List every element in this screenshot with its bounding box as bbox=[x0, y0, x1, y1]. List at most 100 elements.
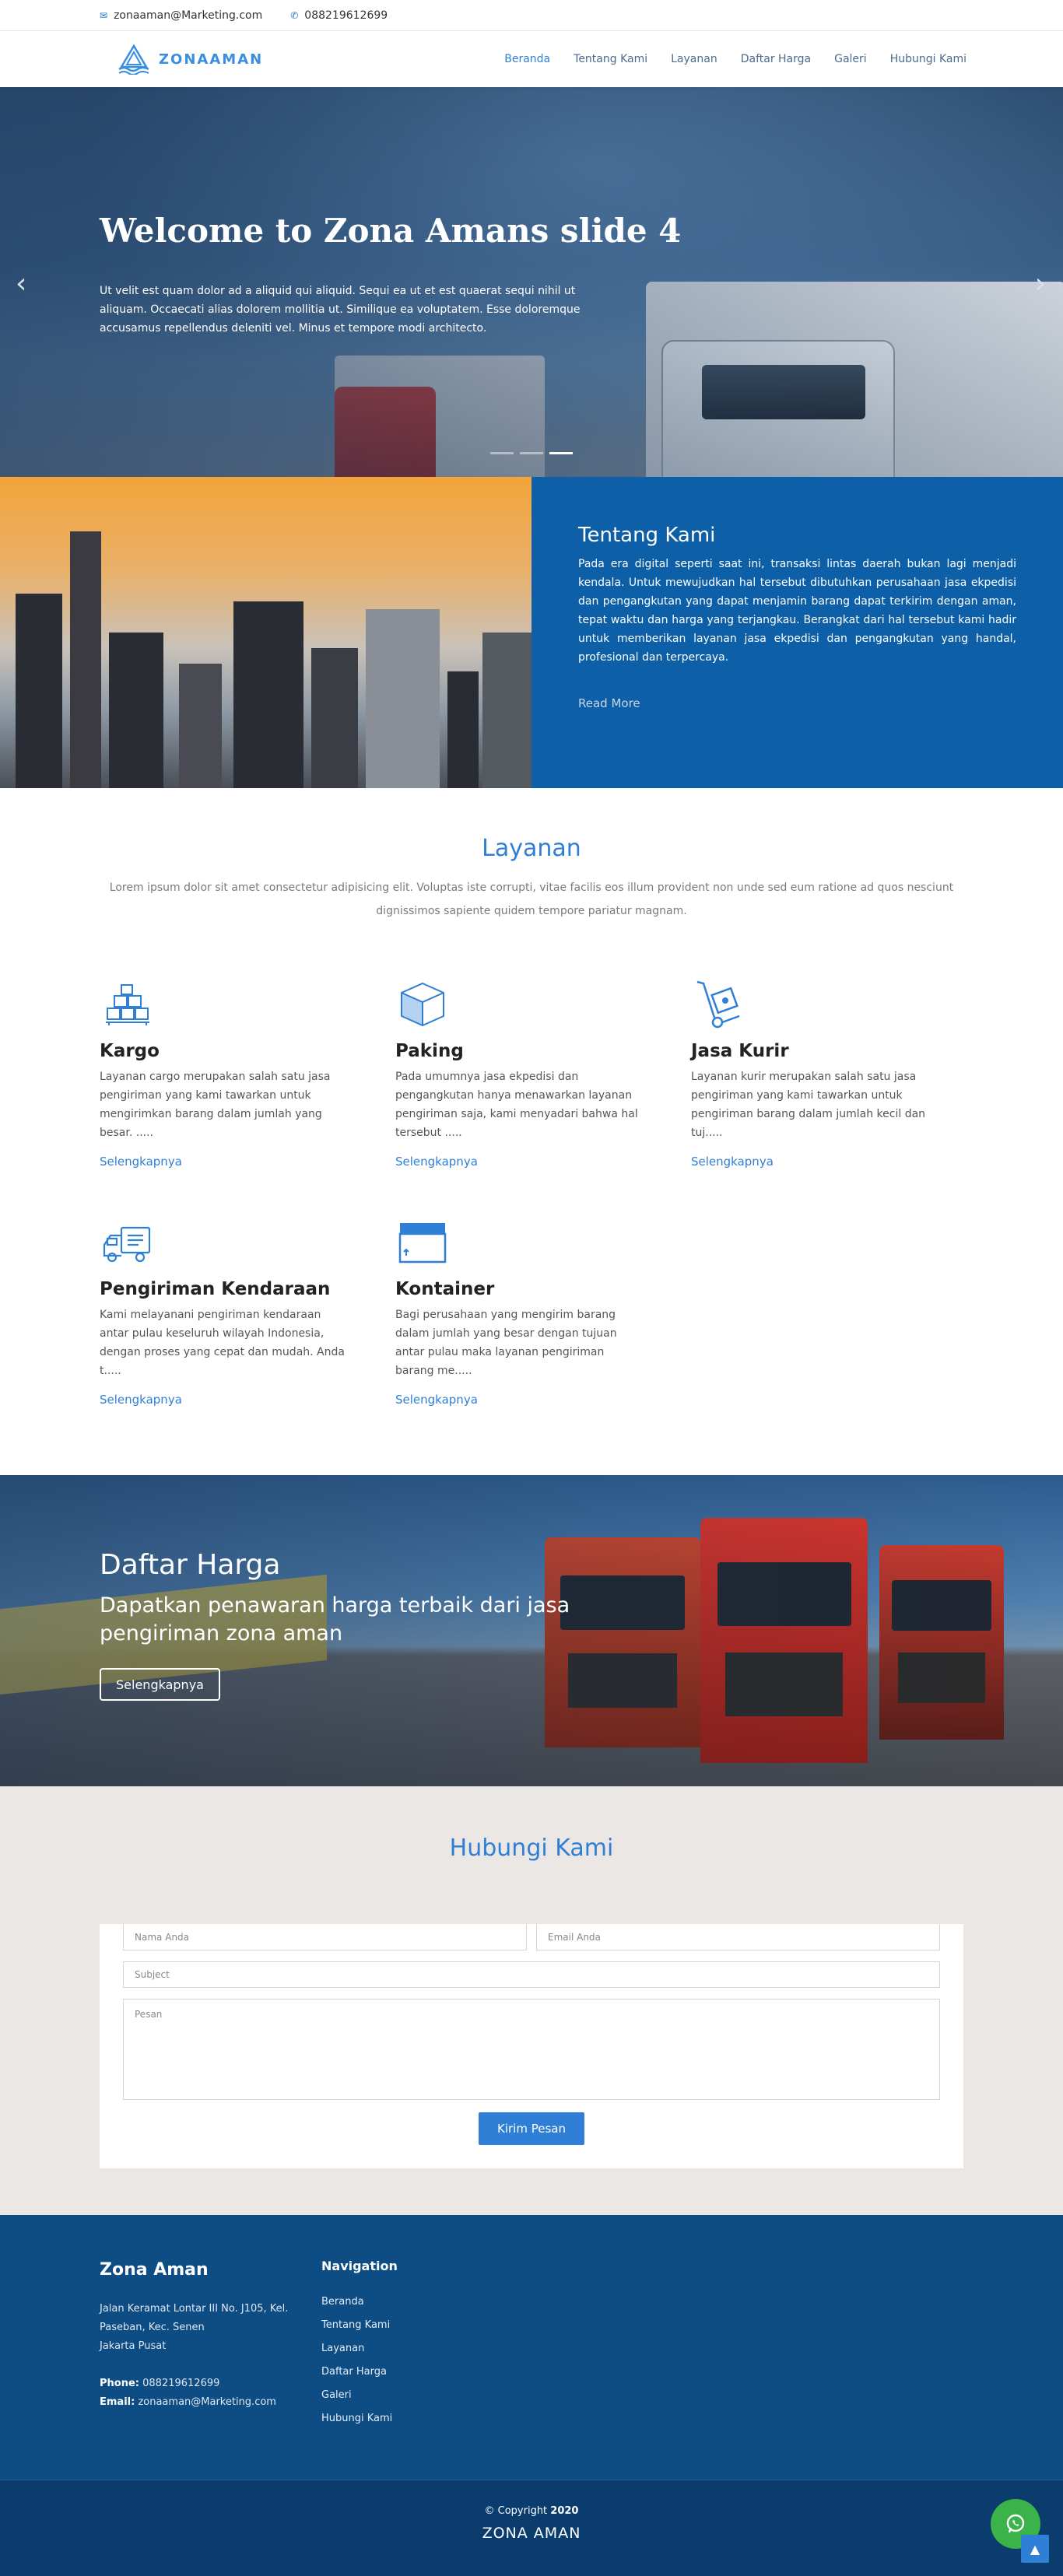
footer-link-beranda[interactable]: Beranda bbox=[321, 2290, 398, 2314]
service-text: Pada umumnya jasa ekpedisi dan pengangku… bbox=[395, 1071, 638, 1139]
footer-navigation: Navigation Beranda Tentang Kami Layanan … bbox=[321, 2259, 398, 2431]
site-header: ZONAAMAN Beranda Tentang Kami Layanan Da… bbox=[0, 31, 1063, 87]
copyright-text: © Copyright 2020 bbox=[0, 2505, 1063, 2517]
service-card-kargo: Kargo Layanan cargo merupakan salah satu… bbox=[100, 977, 395, 1169]
email-input[interactable]: Email Anda bbox=[536, 1924, 940, 1950]
services-grid: Kargo Layanan cargo merupakan salah satu… bbox=[100, 977, 963, 1407]
service-title: Kargo bbox=[100, 1041, 160, 1061]
slider-dot-3[interactable] bbox=[549, 452, 573, 454]
nav-beranda[interactable]: Beranda bbox=[504, 53, 550, 65]
delivery-truck-icon bbox=[103, 1226, 151, 1263]
copyright-name: ZONA AMAN bbox=[482, 2525, 581, 2542]
nav-hubungi-kami[interactable]: Hubungi Kami bbox=[890, 53, 967, 65]
topbar-email-text: zonaaman@Marketing.com bbox=[114, 9, 263, 22]
services-title: Layanan bbox=[482, 835, 581, 862]
contact-form: Nama Anda Email Anda Subject Pesan Kirim… bbox=[100, 1924, 963, 2168]
copyright-bar: © Copyright 2020 ZONA AMAN bbox=[0, 2480, 1063, 2576]
send-message-button[interactable]: Kirim Pesan bbox=[479, 2112, 584, 2145]
logo[interactable]: ZONAAMAN bbox=[117, 44, 263, 75]
footer-link-tentang-kami[interactable]: Tentang Kami bbox=[321, 2314, 398, 2337]
service-card-pengiriman-kendaraan: Pengiriman Kendaraan Kami melayanani pen… bbox=[100, 1215, 395, 1407]
back-to-top-icon[interactable]: ▲ bbox=[1021, 2535, 1049, 2563]
service-more-link[interactable]: Selengkapnya bbox=[691, 1155, 987, 1169]
contact-title: Hubungi Kami bbox=[449, 1835, 614, 1862]
topbar-phone-text: 088219612699 bbox=[304, 9, 388, 22]
service-more-link[interactable]: Selengkapnya bbox=[100, 1155, 395, 1169]
logo-text: ZONAAMAN bbox=[159, 51, 264, 68]
price-section: Daftar Harga Dapatkan penawaran harga te… bbox=[0, 1475, 1063, 1786]
chevron-left-icon[interactable]: ‹ bbox=[16, 268, 26, 300]
service-text: Kami melayanani pengiriman kendaraan ant… bbox=[100, 1309, 345, 1377]
envelope-icon: ✉ bbox=[100, 10, 108, 21]
footer-link-layanan[interactable]: Layanan bbox=[321, 2337, 398, 2360]
service-card-jasa-kurir: Jasa Kurir Layanan kurir merupakan salah… bbox=[691, 977, 987, 1169]
hero-text: Ut velit est quam dolor ad a aliquid qui… bbox=[100, 285, 581, 335]
logo-icon bbox=[118, 44, 149, 75]
email-label: Email: bbox=[100, 2396, 135, 2408]
main-nav: Beranda Tentang Kami Layanan Daftar Harg… bbox=[504, 53, 967, 65]
slider-dot-1[interactable] bbox=[490, 452, 514, 454]
site-footer: Zona Aman Jalan Keramat Lontar III No. J… bbox=[0, 2215, 1063, 2480]
chevron-right-icon[interactable]: › bbox=[1035, 268, 1046, 300]
address-line: Paseban, Kec. Senen bbox=[100, 2322, 205, 2333]
about-title: Tentang Kami bbox=[578, 524, 716, 547]
phone-label: Phone: bbox=[100, 2378, 139, 2389]
about-section: Tentang Kami Pada era digital seperti sa… bbox=[0, 477, 1063, 788]
nav-galeri[interactable]: Galeri bbox=[834, 53, 867, 65]
about-content: Tentang Kami Pada era digital seperti sa… bbox=[532, 477, 1063, 788]
footer-link-hubungi-kami[interactable]: Hubungi Kami bbox=[321, 2407, 398, 2431]
name-input[interactable]: Nama Anda bbox=[123, 1924, 527, 1950]
service-text: Bagi perusahaan yang mengirim barang dal… bbox=[395, 1309, 617, 1377]
phone-icon: ✆ bbox=[290, 10, 299, 21]
city-skyline-image bbox=[0, 477, 532, 788]
footer-link-daftar-harga[interactable]: Daftar Harga bbox=[321, 2360, 398, 2384]
service-more-link[interactable]: Selengkapnya bbox=[395, 1393, 691, 1407]
container-icon bbox=[398, 1223, 447, 1263]
hero-slider: Welcome to Zona Amans slide 4 Ut velit e… bbox=[0, 87, 1063, 477]
nav-tentang-kami[interactable]: Tentang Kami bbox=[574, 53, 647, 65]
whatsapp-glyph-icon bbox=[1006, 2514, 1025, 2533]
services-section: Layanan Lorem ipsum dolor sit amet conse… bbox=[0, 788, 1063, 1438]
nav-layanan[interactable]: Layanan bbox=[671, 53, 717, 65]
box-icon bbox=[401, 982, 444, 1027]
service-card-paking: Paking Pada umumnya jasa ekpedisi dan pe… bbox=[395, 977, 691, 1169]
copyright-year: 2020 bbox=[550, 2505, 579, 2517]
footer-phone[interactable]: 088219612699 bbox=[142, 2378, 219, 2389]
copyright-prefix: © Copyright bbox=[484, 2505, 548, 2517]
price-title: Daftar Harga bbox=[100, 1549, 281, 1581]
price-more-button[interactable]: Selengkapnya bbox=[100, 1668, 220, 1701]
read-more-link[interactable]: Read More bbox=[578, 696, 640, 710]
service-title: Jasa Kurir bbox=[691, 1041, 789, 1061]
service-more-link[interactable]: Selengkapnya bbox=[100, 1393, 395, 1407]
hand-truck-icon bbox=[696, 980, 740, 1029]
subject-input[interactable]: Subject bbox=[123, 1961, 940, 1988]
footer-email[interactable]: zonaaman@Marketing.com bbox=[138, 2396, 276, 2408]
about-text: Pada era digital seperti saat ini, trans… bbox=[578, 558, 1016, 664]
service-text: Layanan kurir merupakan salah satu jasa … bbox=[691, 1071, 926, 1139]
boxes-icon bbox=[106, 984, 149, 1025]
service-title: Paking bbox=[395, 1041, 464, 1061]
topbar-phone[interactable]: ✆ 088219612699 bbox=[290, 9, 388, 22]
service-title: Pengiriman Kendaraan bbox=[100, 1279, 331, 1299]
slider-dot-2[interactable] bbox=[520, 452, 543, 454]
service-title: Kontainer bbox=[395, 1279, 495, 1299]
footer-nav-title: Navigation bbox=[321, 2259, 398, 2273]
price-text: Dapatkan penawaran harga terbaik dari ja… bbox=[100, 1593, 570, 1645]
topbar-email[interactable]: ✉ zonaaman@Marketing.com bbox=[100, 9, 262, 22]
service-text: Layanan cargo merupakan salah satu jasa … bbox=[100, 1071, 331, 1139]
hero-title: Welcome to Zona Amans slide 4 bbox=[100, 212, 682, 250]
address-line: Jakarta Pusat bbox=[100, 2340, 167, 2352]
address-line: Jalan Keramat Lontar III No. J105, Kel. bbox=[100, 2303, 289, 2315]
top-bar: ✉ zonaaman@Marketing.com ✆ 088219612699 bbox=[0, 0, 1063, 31]
services-subtitle: Lorem ipsum dolor sit amet consectetur a… bbox=[109, 881, 954, 917]
nav-daftar-harga[interactable]: Daftar Harga bbox=[741, 53, 811, 65]
footer-contact-info: Phone: 088219612699 Email: zonaaman@Mark… bbox=[100, 2374, 321, 2412]
message-textarea[interactable]: Pesan bbox=[123, 1999, 940, 2100]
service-card-kontainer: Kontainer Bagi perusahaan yang mengirim … bbox=[395, 1215, 691, 1407]
footer-link-galeri[interactable]: Galeri bbox=[321, 2384, 398, 2407]
footer-contact: Zona Aman Jalan Keramat Lontar III No. J… bbox=[100, 2260, 321, 2431]
service-more-link[interactable]: Selengkapnya bbox=[395, 1155, 691, 1169]
footer-brand: Zona Aman bbox=[100, 2260, 209, 2280]
contact-section: Hubungi Kami Nama Anda Email Anda Subjec… bbox=[0, 1786, 1063, 2215]
footer-address: Jalan Keramat Lontar III No. J105, Kel. … bbox=[100, 2300, 321, 2356]
